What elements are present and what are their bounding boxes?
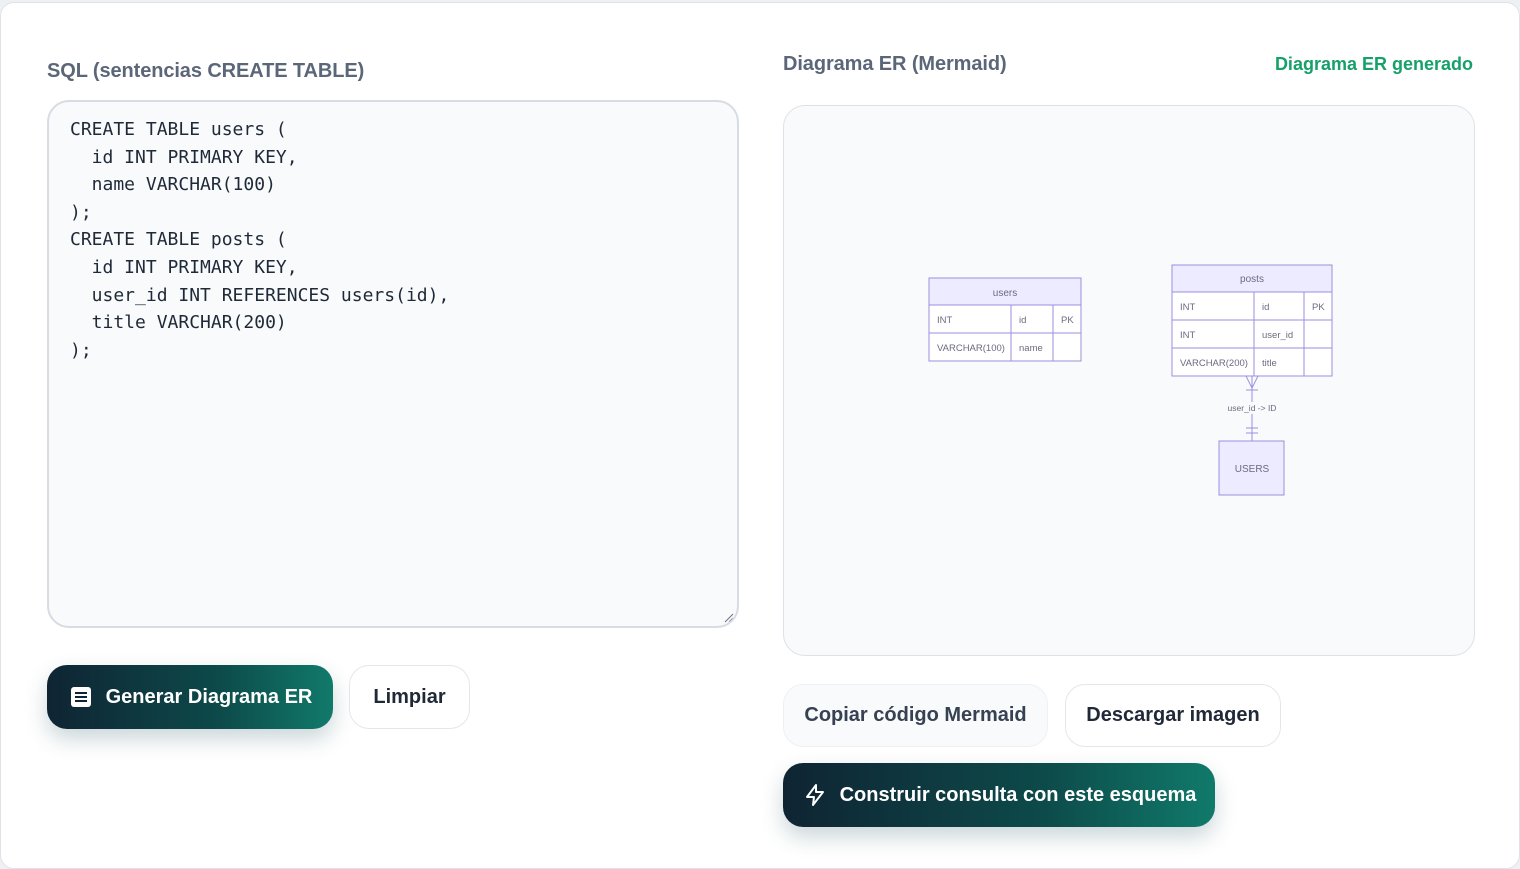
- sql-code: CREATE TABLE users ( id INT PRIMARY KEY,…: [70, 119, 450, 361]
- sql-textarea[interactable]: CREATE TABLE users ( id INT PRIMARY KEY,…: [47, 100, 739, 628]
- status-text: Diagrama ER generado: [1274, 54, 1473, 74]
- attr-type: INT: [1180, 302, 1196, 313]
- copy-mermaid-button[interactable]: Copiar código Mermaid: [783, 684, 1048, 747]
- entity-users-ref: USERS: [1218, 440, 1285, 496]
- generate-er-label: Generar Diagrama ER: [105, 685, 313, 708]
- clear-label: Limpiar: [373, 685, 446, 708]
- attr-key: PK: [1312, 302, 1325, 313]
- relationship-label: user_id -> ID: [1228, 403, 1277, 413]
- er-diagram: users INT id PK VARCHAR(100) name posts …: [928, 264, 1333, 496]
- attr-name: id: [1262, 302, 1269, 313]
- copy-mermaid-label: Copiar código Mermaid: [804, 704, 1027, 726]
- entity-users-ref-title: USERS: [1235, 464, 1270, 475]
- er-label: Diagrama ER (Mermaid): [783, 53, 1007, 75]
- generate-er-button[interactable]: Generar Diagrama ER: [47, 665, 333, 729]
- relationship-line: user_id -> ID: [1224, 375, 1280, 441]
- download-image-label: Descargar imagen: [1086, 704, 1260, 726]
- attr-type: VARCHAR(100): [937, 343, 1005, 354]
- attr-name: title: [1262, 358, 1277, 369]
- attr-name: name: [1019, 343, 1043, 354]
- er-diagram-container: users INT id PK VARCHAR(100) name posts …: [783, 105, 1475, 656]
- attr-name: id: [1019, 315, 1026, 326]
- lightning-icon: [802, 782, 828, 808]
- resize-grip-icon[interactable]: [724, 613, 734, 623]
- attr-type: VARCHAR(200): [1180, 358, 1248, 369]
- build-query-label: Construir consulta con este esquema: [839, 783, 1197, 806]
- attr-type: INT: [1180, 330, 1196, 341]
- build-query-button[interactable]: Construir consulta con este esquema: [783, 763, 1215, 827]
- download-image-button[interactable]: Descargar imagen: [1065, 684, 1281, 747]
- attr-key: PK: [1061, 315, 1074, 326]
- entity-users-title: users: [993, 288, 1017, 299]
- entity-posts-title: posts: [1240, 274, 1264, 285]
- entity-posts: posts INT id PK INT user_id VARCHAR(200)…: [1171, 264, 1333, 377]
- list-icon: [68, 684, 94, 710]
- schema-card: SQL (sentencias CREATE TABLE) CREATE TAB…: [0, 2, 1520, 869]
- entity-users: users INT id PK VARCHAR(100) name: [928, 277, 1082, 362]
- attr-type: INT: [937, 315, 953, 326]
- attr-name: user_id: [1262, 330, 1293, 341]
- sql-label: SQL (sentencias CREATE TABLE): [47, 60, 365, 82]
- clear-button[interactable]: Limpiar: [349, 665, 470, 729]
